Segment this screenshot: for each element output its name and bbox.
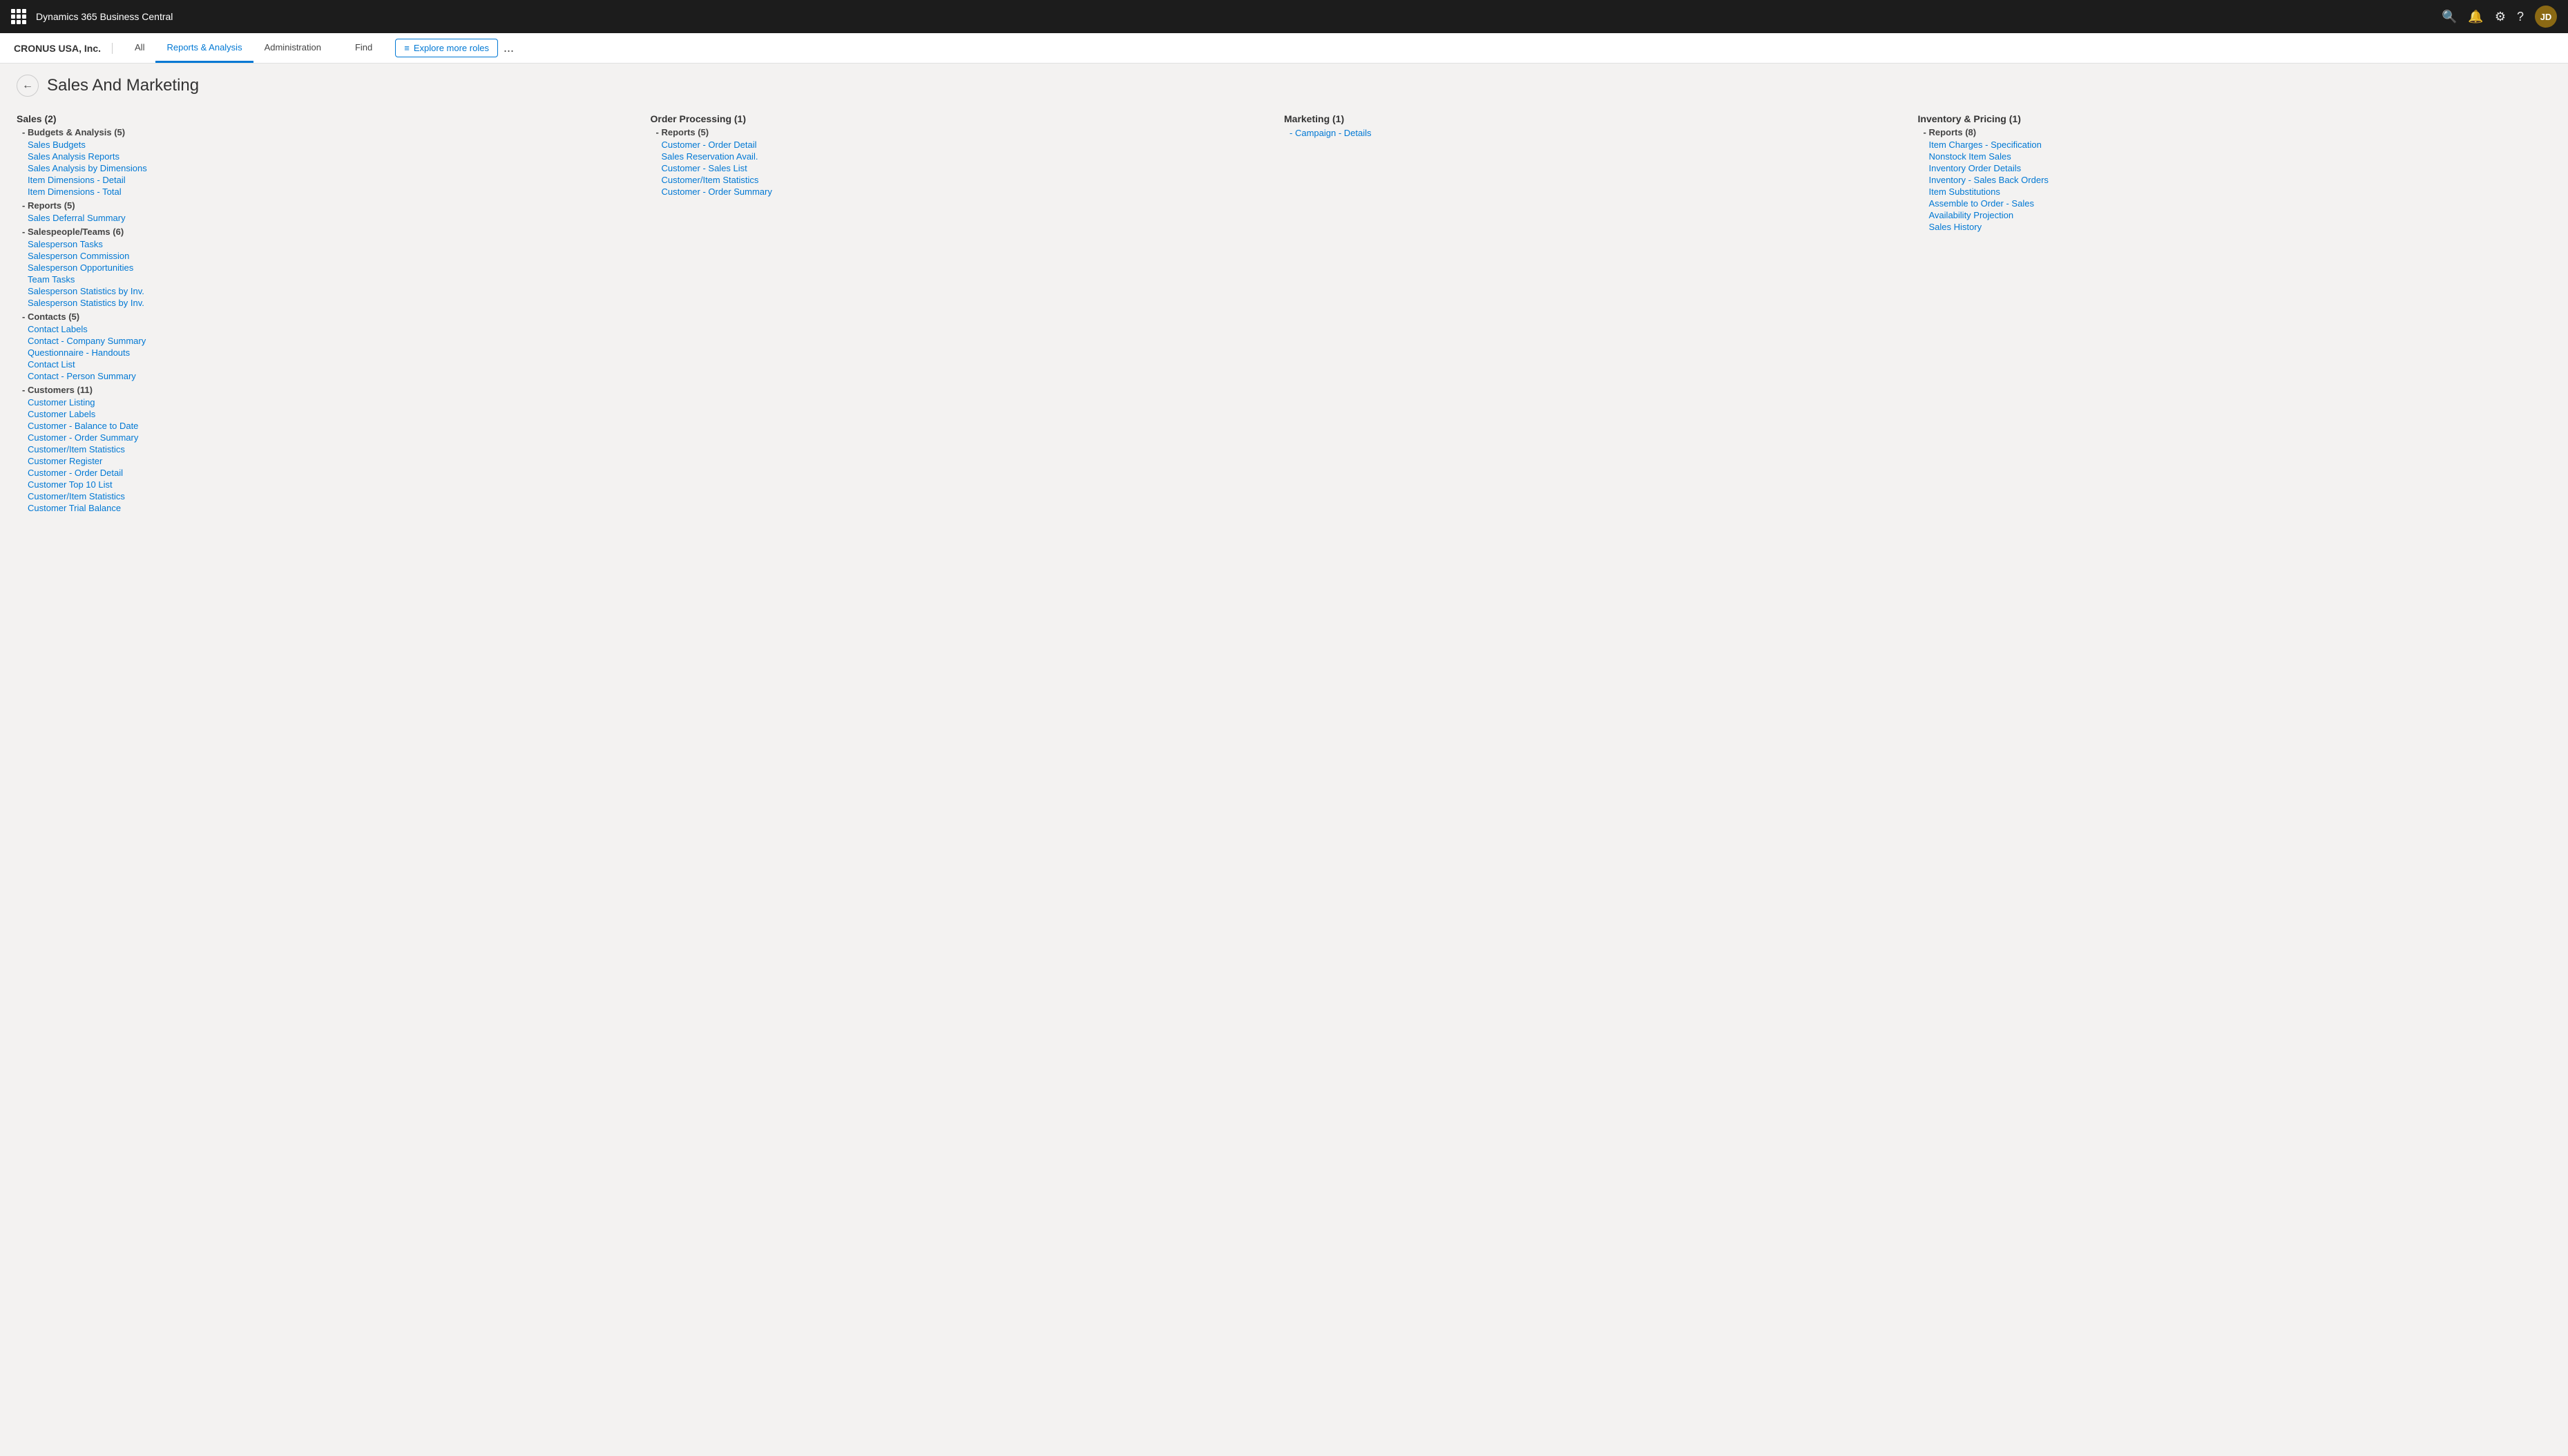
item-dimensions-detail-link[interactable]: Item Dimensions - Detail [17,174,634,186]
second-nav-bar: CRONUS USA, Inc. All Reports & Analysis … [0,33,2568,64]
customers-section: - Customers (11) Customer Listing Custom… [17,385,634,514]
tab-reports-analysis[interactable]: Reports & Analysis [155,33,253,63]
company-name: CRONUS USA, Inc. [14,43,113,54]
customer-trial-balance-link[interactable]: Customer Trial Balance [17,502,634,514]
top-nav-bar: Dynamics 365 Business Central 🔍 🔔 ⚙ ? JD [0,0,2568,33]
availability-projection-link[interactable]: Availability Projection [1918,209,2536,221]
page-title: Sales And Marketing [47,76,199,95]
order-processing-header: Order Processing (1) [651,113,1268,124]
customer-order-summary-link[interactable]: Customer - Order Summary [17,432,634,443]
order-processing-reports-label: - Reports (5) [651,127,1268,137]
notification-icon[interactable]: 🔔 [2468,10,2483,24]
help-icon[interactable]: ? [2517,10,2524,24]
customer-item-stats2-link[interactable]: Customer/Item Statistics [17,490,634,502]
contact-labels-link[interactable]: Contact Labels [17,323,634,335]
customer-balance-date-link[interactable]: Customer - Balance to Date [17,420,634,432]
nav-tabs: All Reports & Analysis Administration [124,33,332,63]
explore-icon: ≡ [404,43,410,53]
contact-person-summary-link[interactable]: Contact - Person Summary [17,370,634,382]
inventory-pricing-column: Inventory & Pricing (1) - Reports (8) It… [1918,113,2552,236]
questionnaire-handouts-link[interactable]: Questionnaire - Handouts [17,347,634,358]
customer-labels-link[interactable]: Customer Labels [17,408,634,420]
more-button[interactable]: ... [498,41,519,55]
salesperson-opportunities-link[interactable]: Salesperson Opportunities [17,262,634,274]
tab-find[interactable]: Find [344,42,383,55]
order-processing-reports-section: - Reports (5) Customer - Order Detail Sa… [651,127,1268,198]
customer-top10-link[interactable]: Customer Top 10 List [17,479,634,490]
title-row: ← Sales And Marketing [17,75,2551,97]
contact-company-summary-link[interactable]: Contact - Company Summary [17,335,634,347]
item-charges-spec-link[interactable]: Item Charges - Specification [1918,139,2536,151]
team-tasks-link[interactable]: Team Tasks [17,274,634,285]
customer-sales-list-link[interactable]: Customer - Sales List [651,162,1268,174]
settings-icon[interactable]: ⚙ [2495,10,2506,24]
customer-register-link[interactable]: Customer Register [17,455,634,467]
sales-column: Sales (2) - Budgets & Analysis (5) Sales… [17,113,651,517]
contacts-label: - Contacts (5) [17,312,634,322]
salespeople-teams-section: - Salespeople/Teams (6) Salesperson Task… [17,227,634,309]
customer-order-detail-op-link[interactable]: Customer - Order Detail [651,139,1268,151]
item-substitutions-link[interactable]: Item Substitutions [1918,186,2536,198]
inventory-pricing-header: Inventory & Pricing (1) [1918,113,2536,124]
campaign-details-link[interactable]: - Campaign - Details [1284,127,1901,139]
app-title: Dynamics 365 Business Central [36,11,2442,22]
waffle-icon[interactable] [11,9,28,24]
inventory-sales-back-orders-link[interactable]: Inventory - Sales Back Orders [1918,174,2536,186]
salesperson-stats-inv2-link[interactable]: Salesperson Statistics by Inv. [17,297,634,309]
sales-history-link[interactable]: Sales History [1918,221,2536,233]
sales-header: Sales (2) [17,113,634,124]
sales-analysis-reports-link[interactable]: Sales Analysis Reports [17,151,634,162]
tab-administration[interactable]: Administration [253,33,332,63]
inventory-order-details-link[interactable]: Inventory Order Details [1918,162,2536,174]
main-content: ← Sales And Marketing Sales (2) - Budget… [0,64,2568,1456]
sales-budgets-link[interactable]: Sales Budgets [17,139,634,151]
back-button[interactable]: ← [17,75,39,97]
contacts-section: - Contacts (5) Contact Labels Contact - … [17,312,634,382]
customer-listing-link[interactable]: Customer Listing [17,396,634,408]
customer-order-detail-link[interactable]: Customer - Order Detail [17,467,634,479]
sales-reports-label: - Reports (5) [17,200,634,211]
salesperson-stats-inv1-link[interactable]: Salesperson Statistics by Inv. [17,285,634,297]
sales-deferral-summary-link[interactable]: Sales Deferral Summary [17,212,634,224]
columns-grid: Sales (2) - Budgets & Analysis (5) Sales… [17,113,2551,517]
budgets-analysis-section: - Budgets & Analysis (5) Sales Budgets S… [17,127,634,198]
order-processing-column: Order Processing (1) - Reports (5) Custo… [651,113,1285,200]
inventory-reports-label: - Reports (8) [1918,127,2536,137]
avatar[interactable]: JD [2535,6,2557,28]
budgets-analysis-label: - Budgets & Analysis (5) [17,127,634,137]
salespeople-teams-label: - Salespeople/Teams (6) [17,227,634,237]
marketing-items-section: - Campaign - Details [1284,127,1901,139]
inventory-reports-section: - Reports (8) Item Charges - Specificati… [1918,127,2536,233]
explore-roles-button[interactable]: ≡ Explore more roles [395,39,498,57]
marketing-header: Marketing (1) [1284,113,1901,124]
search-icon[interactable]: 🔍 [2442,10,2457,24]
nonstock-item-sales-link[interactable]: Nonstock Item Sales [1918,151,2536,162]
salesperson-commission-link[interactable]: Salesperson Commission [17,250,634,262]
tab-all[interactable]: All [124,33,155,63]
salesperson-tasks-link[interactable]: Salesperson Tasks [17,238,634,250]
customer-item-stats1-link[interactable]: Customer/Item Statistics [17,443,634,455]
sales-analysis-dimensions-link[interactable]: Sales Analysis by Dimensions [17,162,634,174]
customer-item-stats-op-link[interactable]: Customer/Item Statistics [651,174,1268,186]
sales-reservation-avail-link[interactable]: Sales Reservation Avail. [651,151,1268,162]
item-dimensions-total-link[interactable]: Item Dimensions - Total [17,186,634,198]
marketing-column: Marketing (1) - Campaign - Details [1284,113,1918,142]
sales-reports-section: - Reports (5) Sales Deferral Summary [17,200,634,224]
contact-list-link[interactable]: Contact List [17,358,634,370]
customer-order-summary-op-link[interactable]: Customer - Order Summary [651,186,1268,198]
customers-label: - Customers (11) [17,385,634,395]
assemble-to-order-sales-link[interactable]: Assemble to Order - Sales [1918,198,2536,209]
